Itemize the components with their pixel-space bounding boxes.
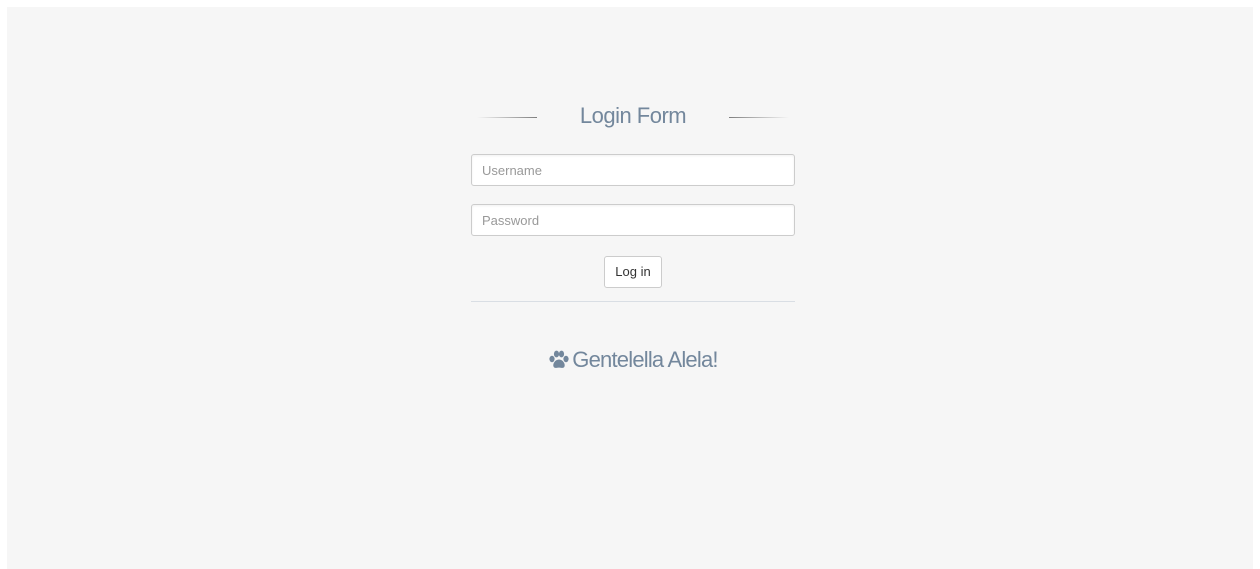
brand: Gentelella Alela! [471,347,795,373]
login-page: Login Form Log in Gentelella Alela! [7,7,1253,569]
paw-icon [548,347,572,372]
login-button[interactable]: Log in [604,256,662,288]
brand-name: Gentelella Alela! [572,347,718,372]
login-form: Login Form Log in Gentelella Alela! [471,100,795,373]
form-separator [471,301,795,302]
password-input[interactable] [471,204,795,236]
title-divider-right [729,117,789,118]
submit-row: Log in [471,256,795,288]
username-input[interactable] [471,154,795,186]
form-title: Login Form [579,103,687,128]
form-header: Login Form [471,100,795,136]
